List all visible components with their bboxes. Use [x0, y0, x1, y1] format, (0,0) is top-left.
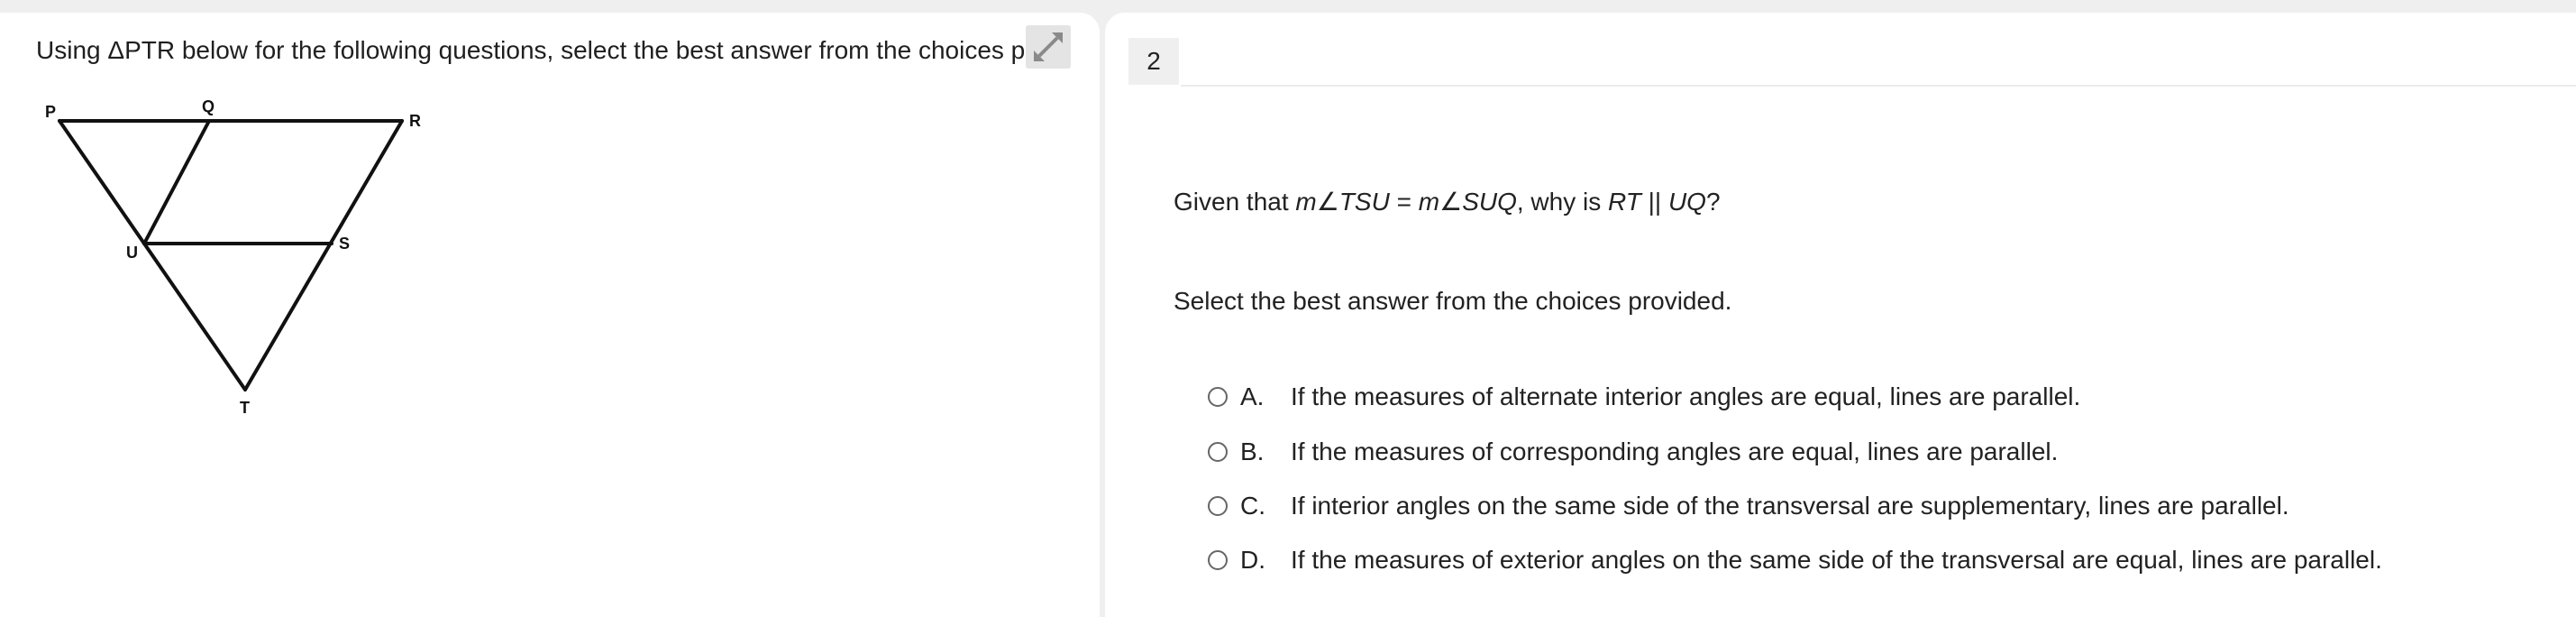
choice-letter: A.: [1240, 382, 1265, 410]
stimulus-panel: Using ΔPTR below for the following quest…: [0, 13, 1100, 617]
question-number: 2: [1128, 38, 1179, 85]
stem-parallel: ||: [1640, 188, 1668, 216]
stem-angle-suq: m∠SUQ: [1418, 188, 1517, 216]
stem-equals: =: [1389, 188, 1419, 216]
segment-rt: [243, 119, 404, 391]
segment-pt: [58, 119, 247, 391]
choice-text: If the measures of exterior angles on th…: [1291, 546, 2382, 574]
choice-text: If the measures of corresponding angles …: [1291, 437, 2059, 465]
segment-uq: [142, 119, 211, 245]
header-divider: [1181, 85, 2576, 87]
expand-arrows-icon: [1034, 32, 1063, 61]
stem-line-rt: RT: [1608, 188, 1641, 216]
question-instruction: Select the best answer from the choices …: [1174, 287, 1732, 315]
label-q: Q: [202, 97, 215, 115]
choice-c[interactable]: C. If interior angles on the same side o…: [1208, 488, 2289, 524]
radio-unselected-icon[interactable]: [1208, 442, 1228, 462]
stem-middle: , why is: [1516, 188, 1609, 216]
label-t: T: [240, 399, 250, 417]
expand-button[interactable]: [1026, 25, 1071, 69]
choice-letter: B.: [1240, 437, 1265, 465]
triangle-ptr-figure: P Q R U S T: [45, 97, 421, 417]
stem-suffix: ?: [1705, 188, 1721, 216]
label-u: U: [126, 244, 138, 262]
choice-b[interactable]: B. If the measures of corresponding angl…: [1208, 434, 2058, 470]
choice-a[interactable]: A. If the measures of alternate interior…: [1208, 379, 2080, 415]
radio-unselected-icon[interactable]: [1208, 496, 1228, 516]
question-stem: Given that m∠TSU = m∠SUQ, why is RT || U…: [1174, 184, 1721, 220]
stem-line-uq: UQ: [1667, 188, 1706, 216]
stem-angle-tsu: m∠TSU: [1295, 188, 1390, 216]
choice-text: If the measures of alternate interior an…: [1291, 382, 2081, 410]
choice-letter: D.: [1240, 546, 1265, 574]
choice-d[interactable]: D. If the measures of exterior angles on…: [1208, 542, 2382, 578]
choice-text: If interior angles on the same side of t…: [1291, 492, 2289, 520]
stimulus-text: Using ΔPTR below for the following quest…: [36, 36, 1028, 64]
choice-letter: C.: [1240, 492, 1265, 520]
stem-prefix: Given that: [1174, 188, 1296, 216]
radio-unselected-icon[interactable]: [1208, 550, 1228, 570]
label-s: S: [339, 235, 350, 253]
question-panel: 2 Given that m∠TSU = m∠SUQ, why is RT ||…: [1105, 13, 2576, 617]
radio-unselected-icon[interactable]: [1208, 387, 1228, 407]
label-r: R: [409, 112, 421, 130]
label-p: P: [45, 103, 56, 121]
